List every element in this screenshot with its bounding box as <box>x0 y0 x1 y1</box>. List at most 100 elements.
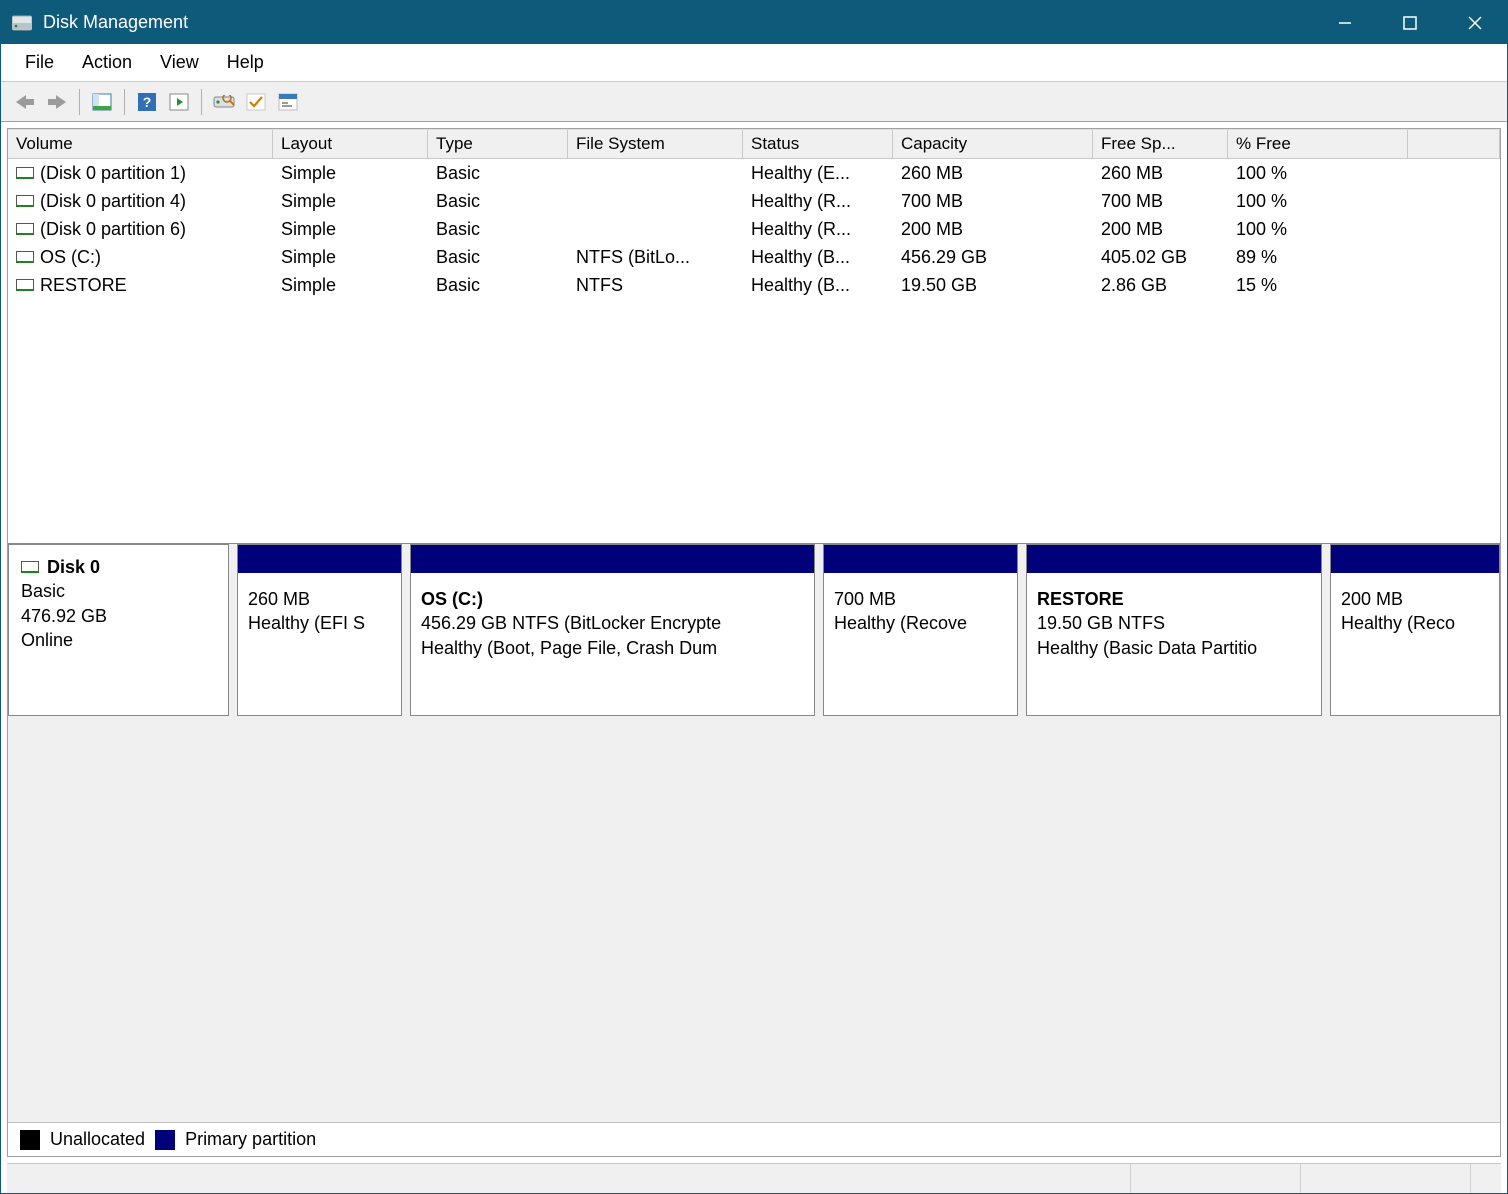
drive-icon <box>16 279 34 291</box>
disk-size: 476.92 GB <box>21 604 216 628</box>
menu-view[interactable]: View <box>146 46 213 79</box>
col-pfree[interactable]: % Free <box>1228 130 1408 158</box>
volume-capacity: 260 MB <box>893 161 1093 186</box>
disk-graphical-pane: Disk 0 Basic 476.92 GB Online 260 MBHeal… <box>8 544 1500 1156</box>
volume-free: 260 MB <box>1093 161 1228 186</box>
volume-layout: Simple <box>273 161 428 186</box>
volume-row[interactable]: RESTORESimpleBasicNTFSHealthy (B...19.50… <box>8 271 1500 299</box>
legend-unallocated: Unallocated <box>50 1129 145 1150</box>
app-icon <box>11 13 33 33</box>
volume-list-header: Volume Layout Type File System Status Ca… <box>8 129 1500 159</box>
volume-status: Healthy (B... <box>743 245 893 270</box>
menu-action[interactable]: Action <box>68 46 146 79</box>
show-hide-tree-button[interactable] <box>88 88 116 116</box>
menu-file[interactable]: File <box>11 46 68 79</box>
volume-row[interactable]: (Disk 0 partition 6)SimpleBasicHealthy (… <box>8 215 1500 243</box>
close-button[interactable] <box>1442 1 1507 44</box>
swatch-unallocated <box>20 1130 40 1150</box>
partition-detail: 456.29 GB NTFS (BitLocker Encrypte <box>421 611 804 635</box>
forward-button[interactable] <box>43 88 71 116</box>
volume-pfree: 15 % <box>1228 273 1408 298</box>
volume-fs: NTFS <box>568 273 743 298</box>
disk-type: Basic <box>21 579 216 603</box>
volume-free: 405.02 GB <box>1093 245 1228 270</box>
volume-capacity: 200 MB <box>893 217 1093 242</box>
drive-icon <box>16 223 34 235</box>
disk-row: Disk 0 Basic 476.92 GB Online 260 MBHeal… <box>8 544 1500 716</box>
disk-icon <box>21 561 39 573</box>
partition-block[interactable]: 200 MBHealthy (Reco <box>1330 544 1500 716</box>
col-type[interactable]: Type <box>428 130 568 158</box>
rescan-disks-button[interactable] <box>210 88 238 116</box>
volume-name: (Disk 0 partition 1) <box>40 163 186 184</box>
partition-block[interactable]: 260 MBHealthy (EFI S <box>237 544 402 716</box>
settings-button[interactable] <box>274 88 302 116</box>
status-cell <box>1131 1164 1301 1193</box>
volume-pfree: 100 % <box>1228 189 1408 214</box>
disk-state: Online <box>21 628 216 652</box>
partition-status: Healthy (Boot, Page File, Crash Dum <box>421 636 804 660</box>
volume-free: 200 MB <box>1093 217 1228 242</box>
menu-help[interactable]: Help <box>213 46 278 79</box>
partition-detail: 260 MB <box>248 587 391 611</box>
col-status[interactable]: Status <box>743 130 893 158</box>
partition-block[interactable]: OS (C:)456.29 GB NTFS (BitLocker Encrypt… <box>410 544 815 716</box>
col-volume[interactable]: Volume <box>8 130 273 158</box>
partition-stripe <box>238 545 401 573</box>
volume-type: Basic <box>428 161 568 186</box>
volume-list[interactable]: Volume Layout Type File System Status Ca… <box>8 129 1500 544</box>
volume-status: Healthy (B... <box>743 273 893 298</box>
col-spacer <box>1408 130 1500 158</box>
volume-status: Healthy (R... <box>743 189 893 214</box>
status-cell <box>1471 1164 1501 1193</box>
partition-name: RESTORE <box>1037 587 1311 611</box>
svg-text:?: ? <box>143 94 152 110</box>
volume-name: (Disk 0 partition 6) <box>40 219 186 240</box>
partition-stripe <box>824 545 1017 573</box>
swatch-primary <box>155 1130 175 1150</box>
volume-pfree: 89 % <box>1228 245 1408 270</box>
apply-button[interactable] <box>242 88 270 116</box>
drive-icon <box>16 167 34 179</box>
volume-fs: NTFS (BitLo... <box>568 245 743 270</box>
refresh-button[interactable] <box>165 88 193 116</box>
toolbar-separator <box>201 89 202 115</box>
volume-name: OS (C:) <box>40 247 101 268</box>
toolbar-separator <box>124 89 125 115</box>
volume-type: Basic <box>428 217 568 242</box>
partition-block[interactable]: 700 MBHealthy (Recove <box>823 544 1018 716</box>
partition-status: Healthy (Recove <box>834 611 1007 635</box>
maximize-button[interactable] <box>1377 1 1442 44</box>
volume-name: (Disk 0 partition 4) <box>40 191 186 212</box>
disk-info[interactable]: Disk 0 Basic 476.92 GB Online <box>8 544 229 716</box>
partition-stripe <box>411 545 814 573</box>
col-fs[interactable]: File System <box>568 130 743 158</box>
volume-layout: Simple <box>273 273 428 298</box>
volume-row[interactable]: (Disk 0 partition 4)SimpleBasicHealthy (… <box>8 187 1500 215</box>
col-layout[interactable]: Layout <box>273 130 428 158</box>
status-cell <box>7 1164 1131 1193</box>
volume-free: 2.86 GB <box>1093 273 1228 298</box>
volume-type: Basic <box>428 245 568 270</box>
window-title: Disk Management <box>43 12 1312 33</box>
drive-icon <box>16 251 34 263</box>
col-free[interactable]: Free Sp... <box>1093 130 1228 158</box>
partition-stripe <box>1331 545 1499 573</box>
partition-detail: 200 MB <box>1341 587 1489 611</box>
back-button[interactable] <box>11 88 39 116</box>
minimize-button[interactable] <box>1312 1 1377 44</box>
partition-block[interactable]: RESTORE19.50 GB NTFSHealthy (Basic Data … <box>1026 544 1322 716</box>
partition-detail: 700 MB <box>834 587 1007 611</box>
volume-status: Healthy (E... <box>743 161 893 186</box>
legend-primary: Primary partition <box>185 1129 316 1150</box>
volume-row[interactable]: (Disk 0 partition 1) SimpleBasic Healthy (… <box>8 159 1500 187</box>
help-button[interactable]: ? <box>133 88 161 116</box>
volume-pfree: 100 % <box>1228 161 1408 186</box>
partition-name: OS (C:) <box>421 587 804 611</box>
col-capacity[interactable]: Capacity <box>893 130 1093 158</box>
volume-name: RESTORE <box>40 275 127 296</box>
volume-fs <box>568 171 743 175</box>
volume-pfree: 100 % <box>1228 217 1408 242</box>
toolbar-separator <box>79 89 80 115</box>
volume-row[interactable]: OS (C:)SimpleBasicNTFS (BitLo...Healthy … <box>8 243 1500 271</box>
